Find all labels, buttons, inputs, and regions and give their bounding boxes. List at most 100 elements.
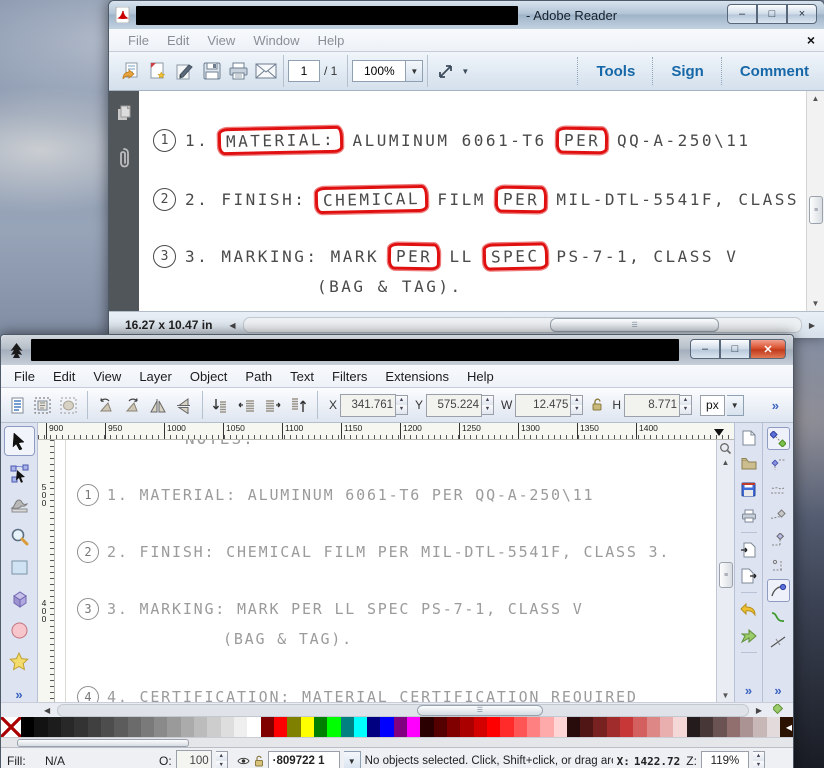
palette-swatch[interactable] <box>301 717 314 737</box>
hscroll-left-icon[interactable]: ◀ <box>226 321 238 330</box>
y-input[interactable] <box>426 394 482 417</box>
palette-swatch[interactable] <box>500 717 513 737</box>
scrollbar-thumb[interactable]: ≡ <box>719 562 733 588</box>
open-document-button[interactable] <box>738 453 759 474</box>
y-spinner[interactable]: ▲▼ <box>482 395 494 415</box>
lower-to-bottom-button[interactable] <box>209 392 233 418</box>
menu-help[interactable]: Help <box>458 366 503 387</box>
h-spinner[interactable]: ▲▼ <box>680 395 692 415</box>
undo-button[interactable] <box>738 599 759 620</box>
snap-midpoints-button[interactable] <box>768 631 789 652</box>
tool-rectangle[interactable] <box>5 554 34 582</box>
sign-panel-button[interactable]: Sign <box>656 63 719 80</box>
comment-panel-button[interactable]: Comment <box>725 63 824 80</box>
create-pdf-button[interactable] <box>144 57 171 85</box>
deselect-button[interactable] <box>57 392 81 418</box>
w-input[interactable] <box>515 394 571 417</box>
palette-swatch[interactable] <box>314 717 327 737</box>
tool-selector[interactable] <box>4 426 35 456</box>
h-input[interactable] <box>624 394 680 417</box>
palette-swatch[interactable] <box>327 717 340 737</box>
x-spinner[interactable]: ▲▼ <box>396 395 408 415</box>
scrollbar-thumb[interactable]: ☰ <box>417 705 543 716</box>
layer-visibility-eye-icon[interactable] <box>237 756 250 766</box>
snap-bbox-button[interactable] <box>768 454 789 475</box>
snap-overflow-chevron[interactable]: » <box>774 683 781 698</box>
inkscape-titlebar[interactable]: – □ ✕ <box>1 335 793 365</box>
close-button[interactable]: ✕ <box>750 339 786 359</box>
zoom-level-field[interactable] <box>352 60 406 82</box>
snap-enable-button[interactable] <box>767 427 790 450</box>
palette-swatch[interactable] <box>128 717 141 737</box>
palette-swatch[interactable] <box>61 717 74 737</box>
menu-text[interactable]: Text <box>281 366 323 387</box>
tool-ellipse[interactable] <box>5 616 34 644</box>
canvas-horizontal-scrollbar[interactable]: ◀ ☰ ▶ <box>1 702 793 717</box>
palette-swatch[interactable] <box>474 717 487 737</box>
scroll-up-icon[interactable]: ▲ <box>807 94 824 103</box>
palette-swatch[interactable] <box>607 717 620 737</box>
palette-swatch[interactable] <box>167 717 180 737</box>
palette-swatch[interactable] <box>460 717 473 737</box>
opacity-spinner[interactable]: ▲▼ <box>216 751 228 768</box>
snap-smooth-nodes-button[interactable] <box>768 606 789 627</box>
palette-swatch[interactable] <box>673 717 686 737</box>
menu-layer[interactable]: Layer <box>130 366 181 387</box>
menu-view[interactable]: View <box>84 366 130 387</box>
palette-swatch[interactable] <box>247 717 260 737</box>
palette-swatch[interactable] <box>74 717 87 737</box>
layer-lock-icon[interactable] <box>254 755 264 767</box>
palette-swatch[interactable] <box>354 717 367 737</box>
tool-star[interactable] <box>5 648 34 676</box>
w-spinner[interactable]: ▲▼ <box>571 395 583 415</box>
adobe-titlebar[interactable]: - Adobe Reader – □ × <box>109 1 824 29</box>
scroll-down-icon[interactable]: ▼ <box>807 299 824 308</box>
page-number-input[interactable] <box>289 63 319 79</box>
menu-view[interactable]: View <box>198 30 244 51</box>
palette-swatch[interactable] <box>207 717 220 737</box>
menu-help[interactable]: Help <box>309 30 354 51</box>
minimize-button[interactable]: – <box>690 339 720 359</box>
palette-swatch[interactable] <box>367 717 380 737</box>
maximize-button[interactable]: □ <box>757 4 787 24</box>
palette-swatch-none[interactable] <box>1 717 21 737</box>
print-document-button[interactable] <box>738 505 759 526</box>
new-document-button[interactable] <box>738 427 759 448</box>
palette-swatch[interactable] <box>633 717 646 737</box>
menu-file[interactable]: File <box>5 366 44 387</box>
adobe-vertical-scrollbar[interactable]: ▲ ≡ ▼ <box>806 91 824 311</box>
export-button[interactable] <box>738 565 759 586</box>
menu-path[interactable]: Path <box>236 366 281 387</box>
rotate-cw-button[interactable] <box>120 392 144 418</box>
close-button[interactable]: × <box>787 4 817 24</box>
palette-swatch[interactable] <box>261 717 274 737</box>
palette-swatch[interactable] <box>487 717 500 737</box>
scrollbar-thumb[interactable]: ≡ <box>809 196 823 224</box>
palette-scrollbar[interactable] <box>1 737 793 747</box>
maximize-button[interactable]: □ <box>720 339 750 359</box>
toolbar-overflow-icon[interactable]: ▼ <box>461 67 469 76</box>
tool-node-editor[interactable] <box>5 459 34 487</box>
palette-swatch[interactable] <box>274 717 287 737</box>
palette-swatch[interactable] <box>114 717 127 737</box>
minimize-button[interactable]: – <box>727 4 757 24</box>
adobe-horizontal-scrollbar[interactable]: ☰ <box>243 317 802 333</box>
commands-overflow-chevron[interactable]: » <box>745 683 752 698</box>
flip-horizontal-button[interactable] <box>146 392 170 418</box>
tool-tweak[interactable] <box>5 491 34 519</box>
palette-swatch[interactable] <box>181 717 194 737</box>
x-input[interactable] <box>340 394 396 417</box>
palette-swatch[interactable] <box>540 717 553 737</box>
select-all-layers-button[interactable] <box>31 392 55 418</box>
palette-swatch[interactable] <box>394 717 407 737</box>
scrollbar-thumb[interactable]: ☰ <box>550 318 719 332</box>
print-button[interactable] <box>225 57 252 85</box>
scrollbar-thumb[interactable] <box>17 739 189 747</box>
rotate-ccw-button[interactable] <box>94 392 118 418</box>
opacity-input[interactable] <box>176 750 212 768</box>
palette-swatch[interactable] <box>767 717 780 737</box>
redo-button[interactable] <box>738 625 759 646</box>
raise-button[interactable] <box>261 392 285 418</box>
inkscape-canvas[interactable]: NOTES: 1 1. MATERIAL: ALUMINUM 6061-T6 P… <box>55 440 716 702</box>
hscroll-right-icon[interactable]: ▶ <box>806 321 818 330</box>
